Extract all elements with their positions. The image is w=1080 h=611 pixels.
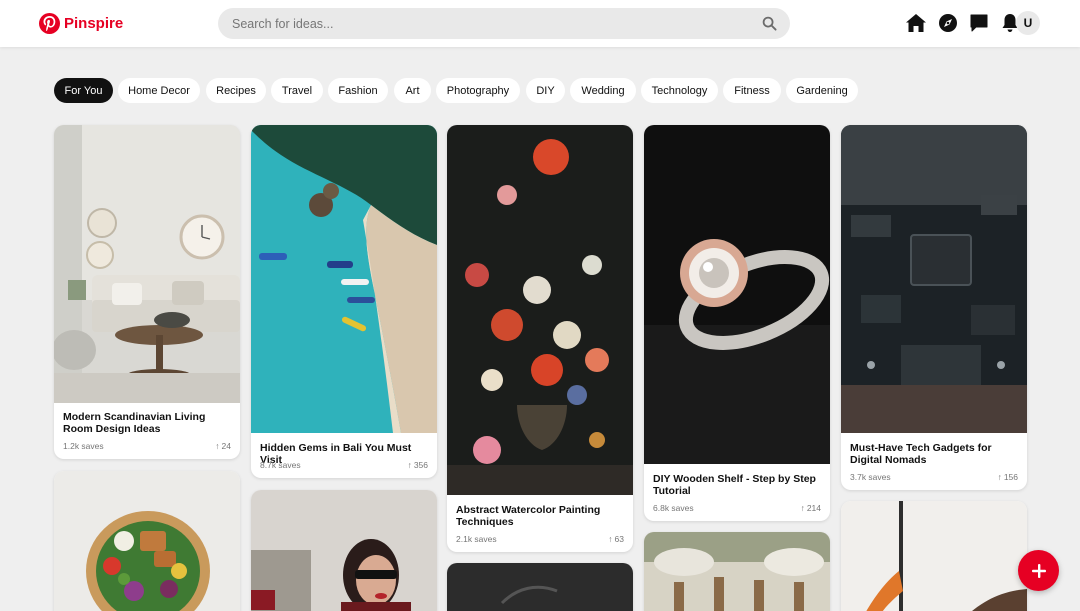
pin-card[interactable] [644, 532, 830, 611]
pin-card[interactable]: Hidden Gems in Bali You Must Visit 8.7k … [251, 125, 437, 478]
pin-saves: 1.2k saves [63, 441, 104, 451]
pin-vote-count: 356 [413, 460, 428, 470]
app-name: Pinspire [64, 14, 124, 32]
category-chip-wedding[interactable]: Wedding [570, 78, 636, 103]
upvote-icon: ↑ [215, 441, 220, 451]
pin-image[interactable] [644, 125, 830, 464]
home-icon[interactable] [904, 11, 928, 35]
category-chip-for-you[interactable]: For You [54, 78, 113, 103]
pin-title[interactable]: Abstract Watercolor Painting Techniques [456, 504, 626, 528]
category-chip-photography[interactable]: Photography [436, 78, 520, 103]
category-chip-travel[interactable]: Travel [271, 78, 323, 103]
pin-image[interactable] [447, 125, 633, 495]
pin-card[interactable]: Modern Scandinavian Living Room Design I… [54, 125, 240, 459]
pin-votes[interactable]: ↑ 156 [998, 472, 1018, 482]
pin-title[interactable]: Must-Have Tech Gadgets for Digital Nomad… [850, 442, 1020, 466]
pin-vote-count: 156 [1003, 472, 1018, 482]
pin-saves: 3.7k saves [850, 472, 891, 482]
pin-votes[interactable]: ↑ 63 [608, 534, 624, 544]
logo[interactable]: Pinspire [39, 12, 123, 34]
pin-card[interactable]: DIY Wooden Shelf - Step by Step Tutorial… [644, 125, 830, 521]
upvote-icon: ↑ [800, 503, 805, 513]
upvote-icon: ↑ [608, 534, 613, 544]
pin-image[interactable] [251, 490, 437, 611]
search-icon[interactable] [762, 16, 777, 31]
pin-vote-count: 24 [221, 441, 231, 451]
top-header: Pinspire U [0, 0, 1080, 47]
plus-icon [1031, 563, 1046, 578]
pin-saves: 8.7k saves [260, 460, 301, 470]
pin-card[interactable] [447, 563, 633, 611]
pin-votes[interactable]: ↑ 24 [215, 441, 231, 451]
pin-card[interactable] [841, 501, 1027, 611]
upvote-icon: ↑ [407, 460, 412, 470]
pin-card[interactable] [54, 471, 240, 611]
chat-icon[interactable] [967, 11, 991, 35]
category-chip-home-decor[interactable]: Home Decor [118, 78, 200, 103]
upvote-icon: ↑ [997, 472, 1002, 482]
category-chip-gardening[interactable]: Gardening [786, 78, 858, 103]
pin-title[interactable]: Modern Scandinavian Living Room Design I… [63, 411, 233, 435]
pin-image[interactable] [54, 125, 240, 403]
pin-image[interactable] [841, 125, 1027, 433]
pin-card[interactable] [251, 490, 437, 611]
category-chip-diy[interactable]: DIY [526, 78, 565, 103]
pin-image[interactable] [54, 471, 240, 611]
user-avatar[interactable]: U [1016, 11, 1040, 35]
category-chip-recipes[interactable]: Recipes [206, 78, 266, 103]
pin-title[interactable]: DIY Wooden Shelf - Step by Step Tutorial [653, 473, 823, 497]
pin-image[interactable] [447, 563, 633, 611]
create-pin-button[interactable] [1018, 550, 1059, 591]
pin-saves: 2.1k saves [456, 534, 497, 544]
pin-image[interactable] [644, 532, 830, 611]
pin-card[interactable]: Must-Have Tech Gadgets for Digital Nomad… [841, 125, 1027, 490]
pin-vote-count: 63 [614, 534, 624, 544]
pin-image[interactable] [841, 501, 1027, 611]
pin-votes[interactable]: ↑ 214 [801, 503, 821, 513]
pin-votes[interactable]: ↑ 356 [408, 460, 428, 470]
category-chip-technology[interactable]: Technology [641, 78, 718, 103]
pin-image[interactable] [251, 125, 437, 433]
pinterest-logo-icon [39, 12, 60, 34]
category-chip-art[interactable]: Art [394, 78, 431, 103]
compass-icon[interactable] [936, 11, 960, 35]
pin-vote-count: 214 [806, 503, 821, 513]
pin-saves: 6.8k saves [653, 503, 694, 513]
search-bar[interactable] [218, 8, 790, 39]
category-chip-fitness[interactable]: Fitness [723, 78, 781, 103]
pin-card[interactable]: Abstract Watercolor Painting Techniques … [447, 125, 633, 552]
search-input[interactable] [232, 8, 752, 39]
category-chip-fashion[interactable]: Fashion [328, 78, 388, 103]
